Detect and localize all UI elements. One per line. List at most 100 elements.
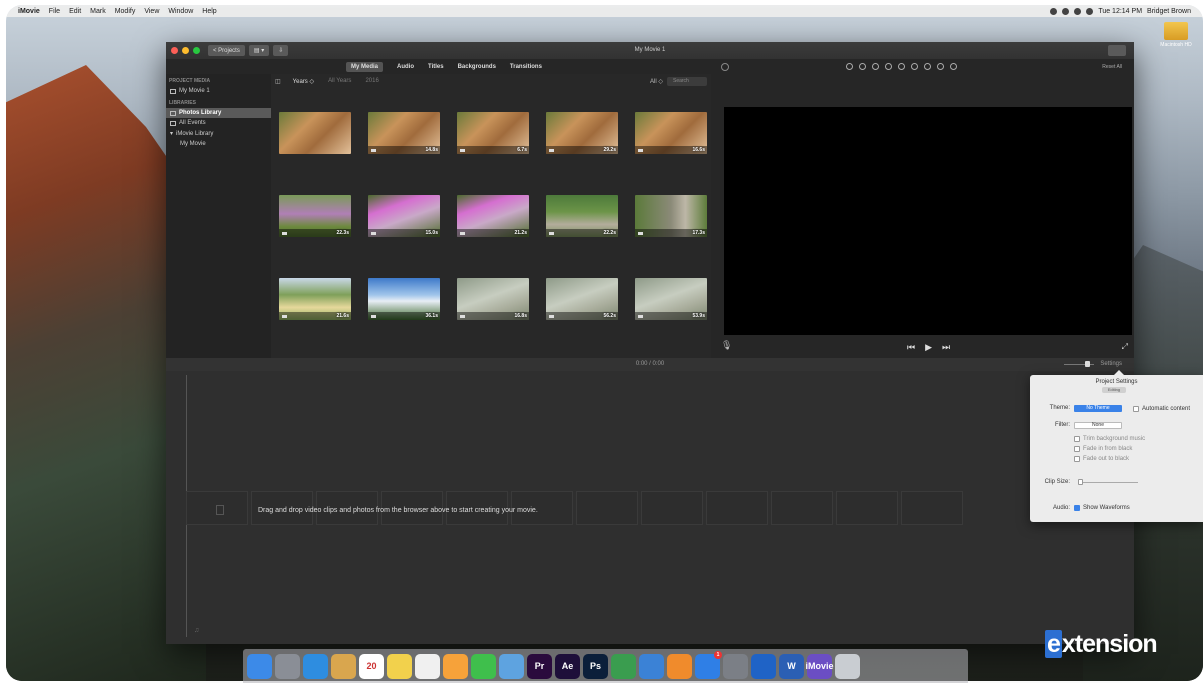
clip-size-slider[interactable] [1078, 479, 1138, 485]
finder-icon[interactable] [247, 653, 272, 679]
launchpad-icon[interactable] [275, 653, 300, 679]
settings-button[interactable]: Settings [1100, 361, 1122, 367]
premiere-icon[interactable]: Pr [527, 653, 552, 679]
menu-file[interactable]: File [49, 8, 60, 15]
microphone-icon[interactable]: 🎙 [721, 340, 732, 351]
color-balance-icon[interactable] [846, 63, 853, 70]
menu-imovie[interactable]: iMovie [18, 8, 40, 15]
fade-in-checkbox[interactable] [1074, 446, 1080, 452]
all-clips-popup[interactable]: All ◇ [650, 78, 663, 85]
automatic-content-checkbox[interactable] [1133, 405, 1139, 412]
zoom-slider[interactable] [1064, 361, 1094, 367]
tab-titles[interactable]: Titles [428, 64, 444, 70]
menu-modify[interactable]: Modify [115, 8, 136, 15]
stabilization-icon[interactable] [885, 63, 892, 70]
zoom-button[interactable] [193, 47, 200, 54]
sidebar-item-photos-library[interactable]: Photos Library [166, 108, 271, 118]
import-button[interactable]: ⇩ [273, 45, 289, 56]
menu-mark[interactable]: Mark [90, 8, 106, 15]
minimize-button[interactable] [182, 47, 189, 54]
clip-filter-icon[interactable] [937, 63, 944, 70]
photoshop-icon[interactable]: Ps [583, 653, 608, 679]
year-crumb[interactable]: 2016 [365, 78, 378, 84]
media-clip[interactable]: 22.2s [546, 195, 618, 237]
media-clip[interactable]: 16.6s [635, 112, 707, 154]
sidebar-toggle-icon[interactable]: ◫ [275, 78, 281, 85]
media-clip[interactable]: 21.6s [279, 278, 351, 320]
trash-icon[interactable] [835, 653, 860, 679]
preview-icon[interactable] [499, 653, 524, 679]
play-icon[interactable]: ▶ [925, 342, 932, 353]
media-clip[interactable]: 21.2s [457, 195, 529, 237]
disclosure-triangle-icon[interactable]: ▾ [170, 130, 173, 137]
media-clip[interactable]: 15.0s [368, 195, 440, 237]
status-icon[interactable] [1050, 7, 1058, 15]
fade-out-checkbox[interactable] [1074, 456, 1080, 462]
menu-view[interactable]: View [144, 8, 159, 15]
reminders-icon[interactable] [415, 653, 440, 679]
media-clip[interactable] [279, 112, 351, 154]
sidebar-item-all-events[interactable]: All Events [166, 118, 271, 128]
word-icon[interactable]: W [779, 653, 804, 679]
media-clip[interactable]: 16.8s [457, 278, 529, 320]
all-years-crumb[interactable]: All Years [328, 78, 351, 84]
sidebar-item-project[interactable]: My Movie 1 [166, 86, 271, 96]
speed-icon[interactable] [924, 63, 931, 70]
facetime-icon[interactable] [471, 653, 496, 679]
reset-all-button[interactable]: Reset All [1102, 64, 1122, 70]
media-clip[interactable]: 6.7s [457, 112, 529, 154]
app-store-icon[interactable]: 1 [695, 650, 722, 679]
skip-forward-icon[interactable]: ⏭ [942, 342, 950, 353]
imovie-icon[interactable]: iMovie [806, 653, 834, 679]
skip-back-icon[interactable]: ⏮ [907, 342, 915, 353]
keynote-icon[interactable] [639, 653, 664, 679]
timeline[interactable]: Drag and drop video clips and photos fro… [166, 371, 1134, 644]
color-correction-icon[interactable] [859, 63, 866, 70]
stickies-icon[interactable] [387, 653, 412, 679]
info-icon[interactable] [950, 63, 957, 70]
crop-icon[interactable] [872, 63, 879, 70]
ibooks-icon[interactable] [667, 653, 692, 679]
projects-button[interactable]: < Projects [208, 45, 245, 56]
media-clip[interactable]: 22.3s [279, 195, 351, 237]
status-icon[interactable] [1062, 7, 1070, 15]
desktop-drive-icon[interactable]: Macintosh HD [1156, 22, 1196, 48]
tab-my-media[interactable]: My Media [346, 61, 384, 72]
fullscreen-icon[interactable]: ⤢ [1122, 342, 1128, 352]
tab-audio[interactable]: Audio [397, 64, 414, 70]
trim-music-checkbox[interactable] [1074, 436, 1080, 442]
photos-icon[interactable] [443, 653, 468, 679]
menu-window[interactable]: Window [168, 8, 193, 15]
theme-button[interactable]: No Theme [1074, 405, 1122, 412]
fullscreen-button[interactable] [1108, 45, 1126, 56]
library-toggle-button[interactable]: ▤ ▾ [248, 45, 270, 56]
quicktime-icon[interactable] [751, 653, 776, 679]
user-name[interactable]: Bridget Brown [1147, 8, 1191, 15]
close-button[interactable] [171, 47, 178, 54]
volume-icon[interactable] [898, 63, 905, 70]
status-icon[interactable] [1074, 7, 1082, 15]
media-clip[interactable]: 53.9s [635, 278, 707, 320]
safari-icon[interactable] [303, 653, 328, 679]
menu-help[interactable]: Help [202, 8, 216, 15]
clock[interactable]: Tue 12:14 PM [1098, 8, 1142, 15]
calendar-icon[interactable]: 20 [359, 653, 384, 679]
system-preferences-icon[interactable] [723, 653, 748, 679]
wifi-icon[interactable] [1086, 7, 1094, 15]
media-clip[interactable]: 14.8s [368, 112, 440, 154]
sidebar-item-imovie-library[interactable]: ▾ iMovie Library [166, 128, 271, 139]
show-waveforms-checkbox[interactable] [1074, 505, 1080, 511]
numbers-icon[interactable] [611, 653, 636, 679]
magic-wand-icon[interactable] [721, 62, 729, 71]
tab-backgrounds[interactable]: Backgrounds [458, 64, 496, 70]
slider-knob[interactable] [1085, 361, 1090, 367]
media-clip[interactable]: 17.3s [635, 195, 707, 237]
media-clip[interactable]: 56.2s [546, 278, 618, 320]
slider-knob[interactable] [1078, 479, 1083, 485]
tab-transitions[interactable]: Transitions [510, 64, 542, 70]
sidebar-item-my-movie[interactable]: My Movie [166, 139, 271, 149]
years-popup[interactable]: Years ◇ [293, 78, 314, 85]
after-effects-icon[interactable]: Ae [555, 653, 580, 679]
media-clip[interactable]: 29.2s [546, 112, 618, 154]
search-input[interactable]: Search [667, 76, 707, 86]
